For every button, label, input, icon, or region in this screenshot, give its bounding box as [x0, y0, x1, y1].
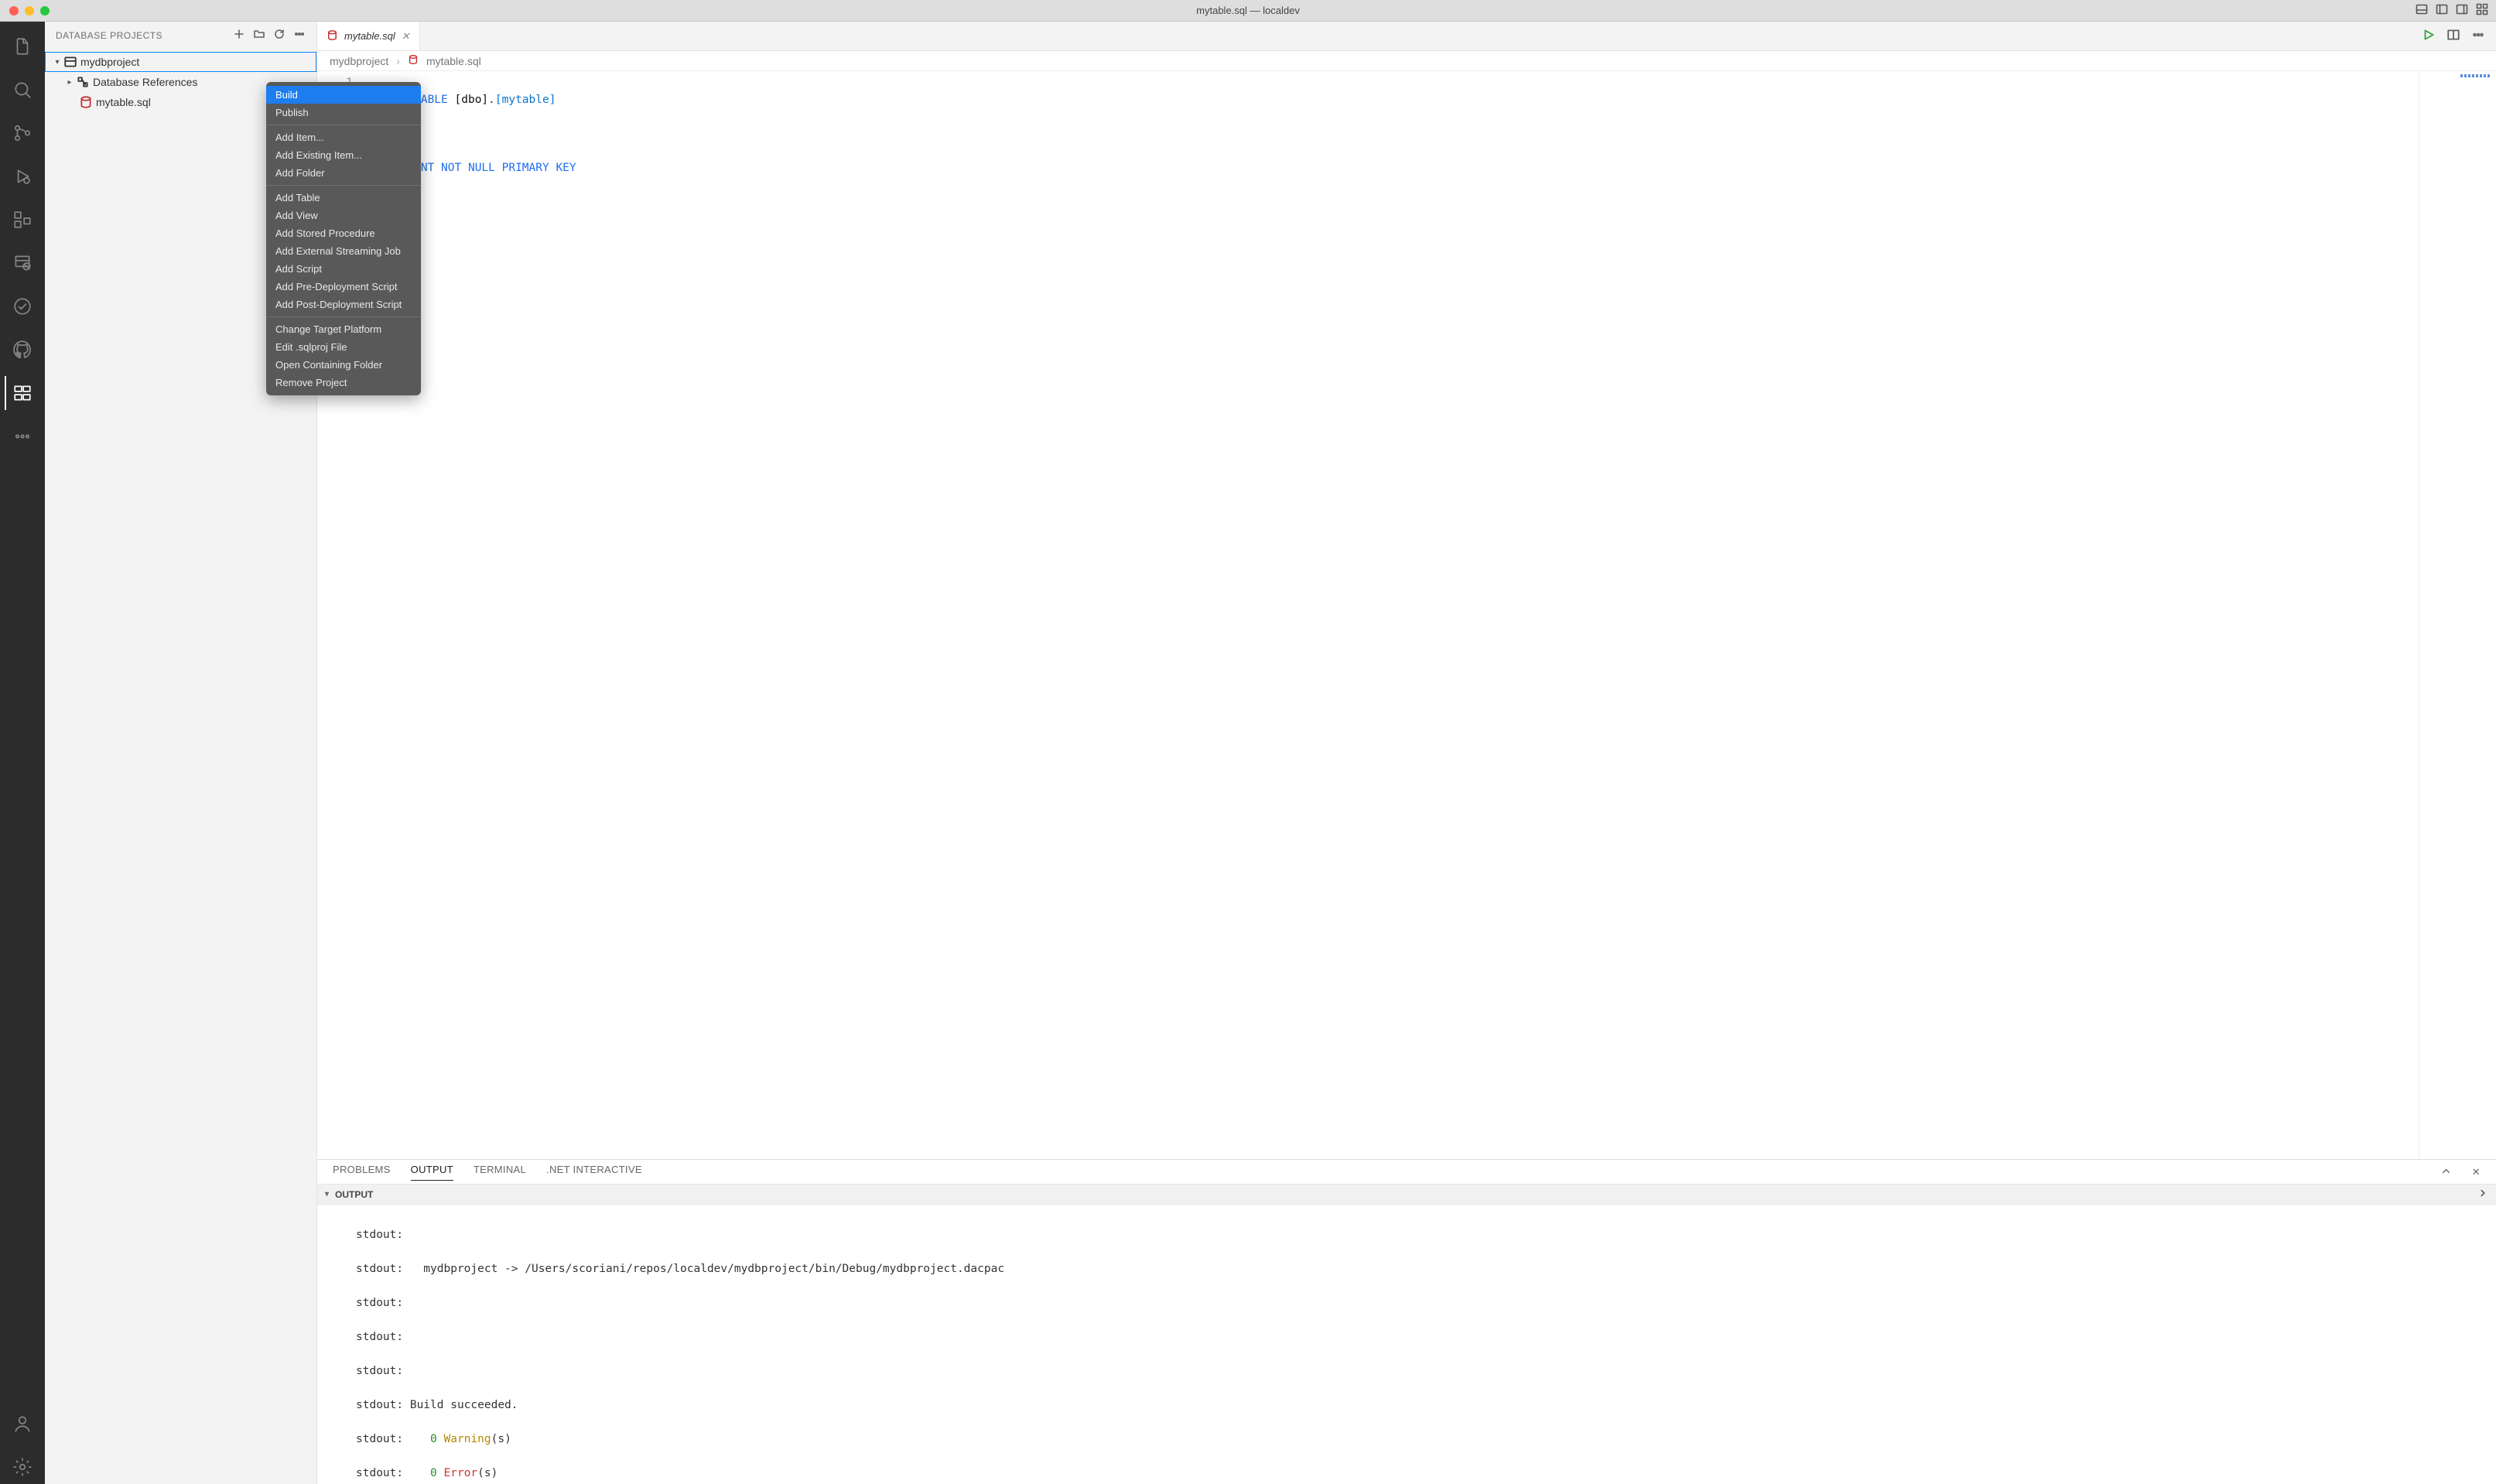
sidebar-header: DATABASE PROJECTS — [45, 22, 316, 49]
activity-github[interactable] — [5, 333, 39, 367]
menu-build[interactable]: Build — [266, 86, 421, 104]
activity-source-control[interactable] — [5, 116, 39, 150]
breadcrumb-file[interactable]: mytable.sql — [426, 55, 481, 67]
menu-separator — [266, 316, 421, 317]
split-editor-icon[interactable] — [2446, 28, 2460, 44]
editor-area: mytable.sql ✕ mydbproject › mytable.sql … — [317, 22, 2496, 1484]
activity-sqlserver[interactable] — [5, 246, 39, 280]
activity-run-debug[interactable] — [5, 159, 39, 193]
project-icon — [63, 55, 77, 69]
bottom-panel: PROBLEMS OUTPUT TERMINAL .NET INTERACTIV… — [317, 1159, 2496, 1484]
menu-open-containing-folder[interactable]: Open Containing Folder — [266, 356, 421, 374]
panel-tab-dotnet-interactive[interactable]: .NET INTERACTIVE — [546, 1164, 642, 1180]
activity-bar — [0, 22, 45, 1484]
sidebar: DATABASE PROJECTS ▾ mydbproject ▸ Databa… — [45, 22, 317, 1484]
tree-label: Database References — [93, 76, 197, 88]
menu-add-external-streaming-job[interactable]: Add External Streaming Job — [266, 242, 421, 260]
sidebar-title: DATABASE PROJECTS — [56, 30, 225, 41]
more-editor-actions-icon[interactable] — [2471, 28, 2485, 44]
output-section-header[interactable]: ▾ OUTPUT — [317, 1185, 2496, 1205]
menu-add-view[interactable]: Add View — [266, 207, 421, 224]
activity-search[interactable] — [5, 73, 39, 107]
menu-add-script[interactable]: Add Script — [266, 260, 421, 278]
refresh-icon[interactable] — [273, 28, 286, 43]
sql-file-icon — [327, 29, 338, 43]
run-icon[interactable] — [2422, 28, 2436, 44]
open-project-icon[interactable] — [253, 28, 265, 43]
panel-close-icon[interactable]: ✕ — [2472, 1166, 2481, 1178]
window-title: mytable.sql — localdev — [0, 5, 2496, 16]
menu-add-post-deployment-script[interactable]: Add Post-Deployment Script — [266, 296, 421, 313]
menu-edit-sqlproj[interactable]: Edit .sqlproj File — [266, 338, 421, 356]
open-output-icon[interactable] — [2477, 1188, 2488, 1201]
titlebar: mytable.sql — localdev — [0, 0, 2496, 22]
menu-add-table[interactable]: Add Table — [266, 189, 421, 207]
chevron-down-icon: ▾ — [325, 1190, 329, 1198]
editor-tabs: mytable.sql ✕ — [317, 22, 2496, 51]
menu-add-item[interactable]: Add Item... — [266, 128, 421, 146]
activity-explorer[interactable] — [5, 29, 39, 63]
more-actions-icon[interactable] — [293, 28, 306, 43]
close-tab-icon[interactable]: ✕ — [402, 30, 410, 43]
new-project-icon[interactable] — [233, 28, 245, 43]
panel-tab-output[interactable]: OUTPUT — [411, 1164, 453, 1181]
chevron-right-icon: › — [396, 55, 400, 67]
sql-file-icon — [79, 95, 93, 109]
code-content[interactable]: CREATE TABLE [dbo].[mytable] ( [Id] INT … — [364, 71, 2419, 1159]
activity-database-projects[interactable] — [5, 376, 39, 410]
menu-add-pre-deployment-script[interactable]: Add Pre-Deployment Script — [266, 278, 421, 296]
menu-add-existing-item[interactable]: Add Existing Item... — [266, 146, 421, 164]
output-section-label: OUTPUT — [335, 1189, 373, 1200]
activity-settings[interactable] — [5, 1450, 39, 1484]
panel-tab-problems[interactable]: PROBLEMS — [333, 1164, 391, 1180]
panel-maximize-icon[interactable] — [2440, 1165, 2452, 1179]
activity-extensions[interactable] — [5, 203, 39, 237]
editor-tab-mytable[interactable]: mytable.sql ✕ — [317, 22, 420, 50]
activity-more[interactable] — [5, 419, 39, 453]
menu-add-stored-procedure[interactable]: Add Stored Procedure — [266, 224, 421, 242]
menu-change-target-platform[interactable]: Change Target Platform — [266, 320, 421, 338]
panel-tabs: PROBLEMS OUTPUT TERMINAL .NET INTERACTIV… — [317, 1160, 2496, 1185]
chevron-right-icon: ▸ — [63, 78, 76, 87]
breadcrumb[interactable]: mydbproject › mytable.sql — [317, 51, 2496, 71]
activity-task[interactable] — [5, 289, 39, 323]
breadcrumb-project[interactable]: mydbproject — [330, 55, 388, 67]
output-content[interactable]: stdout: stdout: mydbproject -> /Users/sc… — [317, 1205, 2496, 1484]
references-icon — [76, 75, 90, 89]
activity-accounts[interactable] — [5, 1407, 39, 1441]
menu-add-folder[interactable]: Add Folder — [266, 164, 421, 182]
minimap[interactable] — [2419, 71, 2496, 1159]
menu-publish[interactable]: Publish — [266, 104, 421, 121]
sql-file-icon — [408, 54, 419, 67]
menu-separator — [266, 185, 421, 186]
tree-root-project[interactable]: ▾ mydbproject — [45, 52, 316, 72]
tree-label: mydbproject — [80, 56, 139, 68]
chevron-down-icon: ▾ — [51, 58, 63, 67]
context-menu: Build Publish Add Item... Add Existing I… — [266, 82, 421, 395]
tab-filename: mytable.sql — [344, 30, 395, 42]
code-editor[interactable]: 12345 CREATE TABLE [dbo].[mytable] ( [Id… — [317, 71, 2496, 1159]
panel-tab-terminal[interactable]: TERMINAL — [474, 1164, 526, 1180]
tree-label: mytable.sql — [96, 96, 151, 108]
editor-tab-actions — [2411, 22, 2496, 50]
menu-remove-project[interactable]: Remove Project — [266, 374, 421, 392]
